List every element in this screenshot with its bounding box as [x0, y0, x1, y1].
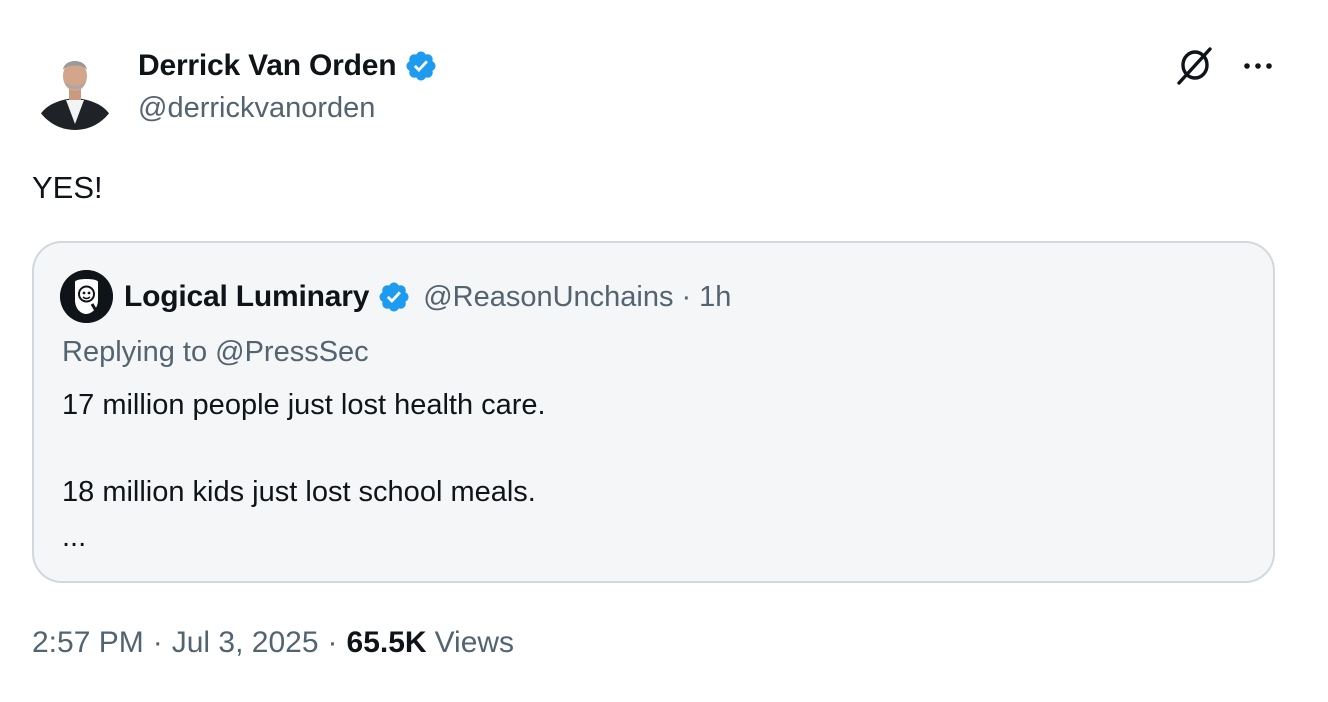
- quoted-author-avatar-image: [60, 270, 113, 323]
- quoted-time-ago: 1h: [699, 280, 732, 313]
- quoted-verified-badge-icon: [379, 282, 409, 312]
- author-name[interactable]: Derrick Van Orden: [138, 49, 397, 83]
- quoted-tweet-card[interactable]: Logical Luminary @ReasonUnchains · 1h Re…: [32, 241, 1275, 583]
- quoted-author-name: Logical Luminary: [124, 280, 370, 313]
- author-handle[interactable]: @derrickvanorden: [138, 92, 375, 125]
- views-label: Views: [434, 626, 515, 659]
- tweet-text: YES!: [32, 170, 103, 205]
- verified-badge-icon: [406, 51, 436, 81]
- quoted-text-truncation: ...: [62, 521, 87, 553]
- quoted-text-line: 17 million people just lost health care.: [62, 389, 546, 421]
- quoted-text-line: 18 million kids just lost school meals.: [62, 476, 536, 508]
- quoted-separator: ·: [681, 280, 692, 313]
- quoted-author-avatar: [60, 270, 113, 323]
- author-name-row: Derrick Van Orden: [138, 46, 438, 86]
- author-avatar-image: [32, 44, 118, 130]
- meta-separator: ·: [152, 626, 163, 659]
- quoted-author-handle: @ReasonUnchains: [423, 280, 674, 313]
- author-avatar[interactable]: [32, 44, 118, 130]
- tweet-date[interactable]: Jul 3, 2025: [172, 626, 319, 660]
- tweet-meta-row: 2:57 PM · Jul 3, 2025 · 65.5K Views: [32, 626, 514, 660]
- meta-separator: ·: [327, 626, 338, 659]
- more-horizontal-icon[interactable]: [1240, 48, 1276, 84]
- views-count[interactable]: 65.5K: [347, 626, 427, 660]
- header-actions: [1174, 44, 1276, 88]
- tweet-time[interactable]: 2:57 PM: [32, 626, 144, 660]
- replying-to-line: Replying to @PressSec: [62, 336, 369, 368]
- quoted-tweet-header: Logical Luminary @ReasonUnchains · 1h: [124, 277, 731, 317]
- tweet-container: Derrick Van Orden @derrickvanorden YES!: [0, 0, 1328, 702]
- grok-icon[interactable]: [1174, 46, 1214, 86]
